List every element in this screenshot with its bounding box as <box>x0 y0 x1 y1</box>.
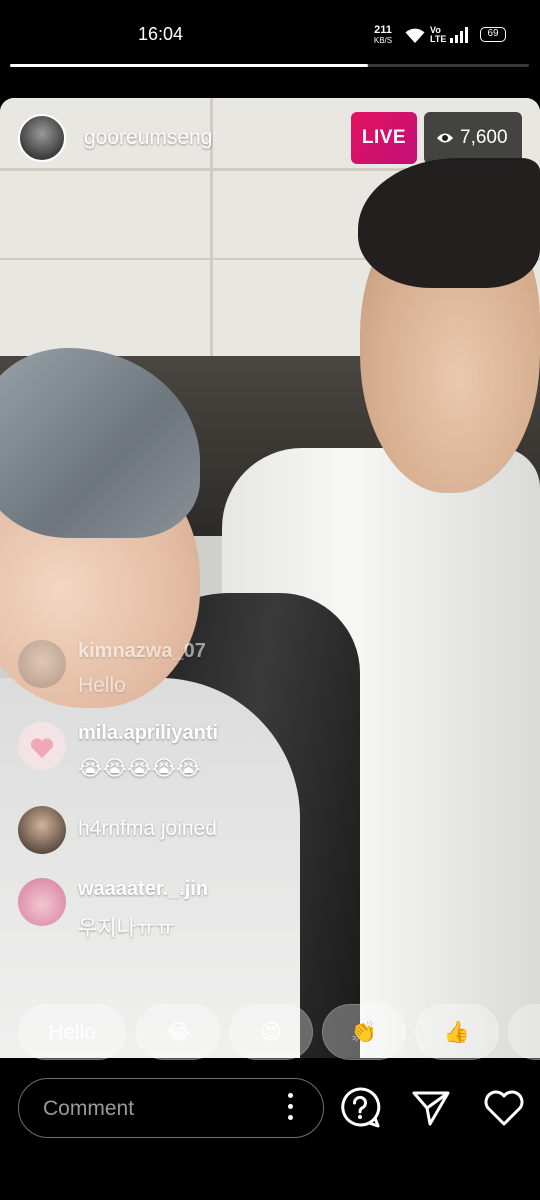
commenter-avatar[interactable] <box>18 722 66 770</box>
network-speed: 211 KB/S <box>370 25 396 46</box>
viewer-count: 7,600 <box>460 127 508 148</box>
heart-icon[interactable] <box>482 1088 526 1128</box>
battery-indicator: 69 <box>480 27 506 42</box>
quick-reaction-extra[interactable]: 👍 <box>508 1004 540 1060</box>
live-badge: LIVE <box>351 112 417 164</box>
viewer-count-badge[interactable]: 7,600 <box>424 112 522 164</box>
comment-item: kimnazwa_07 Hello <box>18 640 438 700</box>
question-icon[interactable] <box>338 1086 382 1130</box>
wifi-icon <box>405 28 425 43</box>
more-vertical-icon[interactable] <box>285 1093 295 1123</box>
status-time: 16:04 <box>138 24 184 44</box>
comment-input[interactable]: Comment <box>18 1078 324 1138</box>
comment-text: Hello <box>78 674 126 697</box>
network-speed-unit: KB/S <box>373 36 393 45</box>
comment-joined-text: h4rnfma joined <box>78 817 217 840</box>
video-progress-fill <box>10 64 369 67</box>
joiner-avatar[interactable] <box>18 806 66 854</box>
host-avatar[interactable] <box>18 114 66 162</box>
comment-username[interactable]: mila.apriliyanti <box>78 722 218 745</box>
quick-reaction-laugh[interactable]: 😂 <box>136 1004 220 1060</box>
quick-reactions: Hello 😂 😍 👏 👍 👍 <box>18 1004 540 1060</box>
volte-line2: LTE <box>430 34 447 44</box>
quick-reaction-thumbs-up[interactable]: 👍 <box>415 1004 499 1060</box>
comment-placeholder: Comment <box>43 1097 135 1120</box>
comment-text: 😭😭😭😭😭 <box>78 757 201 780</box>
video-progress-bar <box>10 64 529 67</box>
comment-join-item: h4rnfma joined <box>18 806 438 854</box>
comment-username[interactable]: kimnazwa_07 <box>78 640 206 663</box>
host-username[interactable]: gooreumseng <box>84 126 212 150</box>
comment-item: waaaater._.jin 우지나ㅠㅠ <box>18 878 438 940</box>
commenter-avatar[interactable] <box>18 878 66 926</box>
status-bar: 16:04 211 KB/S Vo LTE 69 <box>0 0 540 67</box>
network-speed-value: 211 <box>374 24 392 36</box>
heart-sticker-icon <box>30 738 54 758</box>
comment-item: mila.apriliyanti 😭😭😭😭😭 <box>18 722 438 782</box>
eye-icon <box>437 133 453 143</box>
volte-indicator: Vo LTE <box>430 26 446 44</box>
send-icon[interactable] <box>410 1088 452 1128</box>
quick-reaction-hello[interactable]: Hello <box>18 1004 126 1060</box>
quick-reaction-clap[interactable]: 👏 <box>322 1004 406 1060</box>
comment-username[interactable]: waaaater._.jin <box>78 878 208 901</box>
comment-text: 우지나ㅠㅠ <box>78 917 175 940</box>
commenter-avatar[interactable] <box>18 640 66 688</box>
signal-icon <box>450 27 468 43</box>
quick-reaction-heart-eyes[interactable]: 😍 <box>229 1004 313 1060</box>
